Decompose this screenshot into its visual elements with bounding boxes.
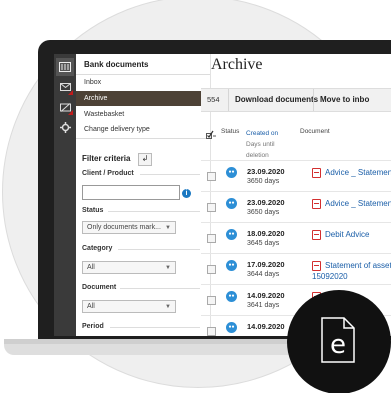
gear-icon[interactable]: [56, 118, 74, 136]
laptop-hinge: [4, 339, 334, 344]
document-count: 554: [207, 95, 220, 104]
row-checkbox[interactable]: [207, 265, 216, 274]
chevron-down-icon: ▼: [165, 265, 171, 271]
status-label: Status: [82, 207, 104, 214]
alert-marker: [68, 110, 73, 115]
row-days: 3644 days: [247, 271, 280, 278]
status-column-header[interactable]: Status: [221, 128, 239, 135]
row-checkbox[interactable]: [207, 203, 216, 212]
created-on-label: Created on: [246, 130, 279, 137]
table-row[interactable]: ●● 17.09.2020 3644 days Statement of ass…: [201, 253, 391, 285]
divider: [118, 249, 200, 250]
nav-item-inbox[interactable]: Inbox: [76, 75, 210, 90]
status-icon: ●●: [226, 322, 237, 333]
chevron-down-icon: ▼: [165, 225, 171, 231]
divider: [76, 138, 210, 139]
created-on-column-header[interactable]: Created on Days until deletion: [246, 128, 278, 161]
row-document-link[interactable]: Advice _ Statement: [325, 199, 391, 208]
period-label: Period: [82, 323, 104, 330]
alert-marker: [68, 90, 73, 95]
row-document-link[interactable]: Statement of assets: [325, 261, 391, 270]
mail-icon[interactable]: [56, 78, 74, 96]
category-select-value: All: [87, 264, 95, 271]
row-date: 23.09.2020: [247, 198, 285, 207]
chevron-down-icon: ▼: [165, 304, 171, 310]
badge-letter: e: [330, 330, 346, 360]
bank-documents-panel: Bank documents Inbox Archive Wastebasket…: [76, 54, 211, 336]
divider: [120, 288, 200, 289]
status-icon: ●●: [226, 198, 237, 209]
days-until-label: Days until: [246, 141, 275, 148]
pdf-icon: [312, 261, 321, 271]
row-document-link[interactable]: Debit Advice: [325, 230, 369, 239]
client-product-label: Client / Product: [82, 170, 134, 177]
row-date: 14.09.2020: [247, 291, 285, 300]
status-select[interactable]: Only documents mark... ▼: [82, 221, 176, 234]
row-document-link[interactable]: Advice _ Statement: [325, 168, 391, 177]
document-column-header[interactable]: Document: [300, 128, 330, 135]
status-select-value: Only documents mark...: [87, 224, 161, 231]
filter-criteria-title: Filter criteria: [82, 154, 131, 163]
document-select[interactable]: All ▼: [82, 300, 176, 313]
mail-slash-icon[interactable]: [56, 98, 74, 116]
row-date: 14.09.2020: [247, 322, 285, 331]
archive-main: Archive 554 Download documents Move to i…: [201, 54, 391, 336]
pdf-icon: [312, 168, 321, 178]
row-checkbox[interactable]: [207, 327, 216, 336]
row-date: 23.09.2020: [247, 167, 285, 176]
archive-box-icon[interactable]: [56, 58, 74, 76]
row-checkbox[interactable]: [207, 234, 216, 243]
pdf-icon: [312, 199, 321, 209]
row-days: 3645 days: [247, 240, 280, 247]
table-row[interactable]: ●● 18.09.2020 3645 days Debit Advice: [201, 222, 391, 254]
row-days: 3641 days: [247, 302, 280, 309]
status-icon: ●●: [226, 291, 237, 302]
reset-filter-button[interactable]: ↲: [138, 153, 152, 166]
row-document-link-continued[interactable]: 15092020: [312, 272, 348, 281]
page-title: Archive: [211, 56, 263, 73]
category-label: Category: [82, 245, 113, 252]
row-checkbox[interactable]: [207, 296, 216, 305]
document-select-value: All: [87, 303, 95, 310]
category-select[interactable]: All ▼: [82, 261, 176, 274]
status-icon: ●●: [226, 167, 237, 178]
row-date: 18.09.2020: [247, 229, 285, 238]
nav-item-wastebasket[interactable]: Wastebasket: [76, 107, 210, 122]
select-all-icon[interactable]: [206, 130, 216, 141]
divider: [110, 327, 200, 328]
divider: [140, 174, 200, 175]
nav-item-archive[interactable]: Archive: [76, 91, 210, 106]
table-row[interactable]: ●● 23.09.2020 3650 days Advice _ Stateme…: [201, 160, 391, 192]
document-label: Document: [82, 284, 117, 291]
status-icon: ●●: [226, 229, 237, 240]
document-badge: e: [287, 290, 391, 393]
row-date: 17.09.2020: [247, 260, 285, 269]
nav-item-change-delivery-type[interactable]: Change delivery type: [76, 122, 210, 137]
row-days: 3650 days: [247, 178, 280, 185]
archive-toolbar: 554 Download documents Move to inbo: [201, 88, 391, 112]
move-to-inbox-button[interactable]: Move to inbo: [313, 89, 369, 111]
client-product-input[interactable]: [82, 185, 180, 200]
illustration: Bank documents Inbox Archive Wastebasket…: [0, 0, 391, 393]
row-checkbox[interactable]: [207, 172, 216, 181]
status-icon: ●●: [226, 260, 237, 271]
table-row[interactable]: ●● 23.09.2020 3650 days Advice _ Stateme…: [201, 191, 391, 223]
divider: [108, 211, 200, 212]
pdf-icon: [312, 230, 321, 240]
download-documents-button[interactable]: Download documents: [228, 89, 318, 111]
icon-sidebar: [54, 54, 76, 336]
info-icon[interactable]: i: [182, 189, 191, 198]
nav-title: Bank documents: [84, 60, 149, 69]
row-days: 3650 days: [247, 209, 280, 216]
